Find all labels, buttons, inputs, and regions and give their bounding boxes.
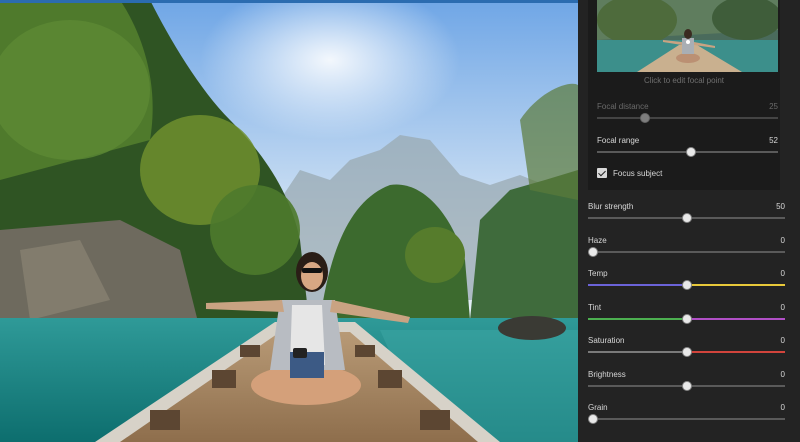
tint-value: 0: [780, 303, 785, 312]
brightness-handle[interactable]: [682, 381, 692, 391]
blur-strength-label: Blur strength: [588, 202, 634, 211]
saturation-label: Saturation: [588, 336, 625, 345]
focal-point-thumbnail[interactable]: [597, 0, 778, 72]
grain-handle[interactable]: [588, 414, 598, 424]
focal-range-value: 52: [769, 136, 778, 145]
blur-settings-panel: Click to edit focal point Focal distance…: [578, 0, 800, 442]
temp-handle[interactable]: [682, 280, 692, 290]
brightness-value: 0: [780, 370, 785, 379]
blur-strength-value: 50: [776, 202, 785, 211]
focal-point-card: Click to edit focal point Focal distance…: [588, 0, 780, 190]
photo-canvas[interactable]: [0, 0, 578, 442]
thumbnail-image: [597, 0, 778, 72]
focal-distance-track[interactable]: [597, 117, 778, 119]
saturation-value: 0: [780, 336, 785, 345]
haze-track[interactable]: [588, 251, 785, 253]
focal-distance-label: Focal distance: [597, 102, 649, 111]
tint-handle[interactable]: [682, 314, 692, 324]
focus-subject-label: Focus subject: [613, 169, 663, 178]
haze-label: Haze: [588, 236, 607, 245]
tint-label: Tint: [588, 303, 602, 312]
grain-label: Grain: [588, 403, 608, 412]
focal-point-marker: [686, 40, 690, 44]
focal-range-handle[interactable]: [686, 147, 696, 157]
blur-strength-handle[interactable]: [682, 213, 692, 223]
focus-subject-checkbox[interactable]: [597, 168, 607, 178]
grain-value: 0: [780, 403, 785, 412]
temp-label: Temp: [588, 269, 608, 278]
haze-handle[interactable]: [588, 247, 598, 257]
photo-image: [0, 0, 578, 442]
temp-value: 0: [780, 269, 785, 278]
saturation-handle[interactable]: [682, 347, 692, 357]
grain-track[interactable]: [588, 418, 785, 420]
brightness-label: Brightness: [588, 370, 626, 379]
thumbnail-caption: Click to edit focal point: [643, 76, 725, 85]
haze-value: 0: [780, 236, 785, 245]
focal-distance-value: 25: [769, 102, 778, 111]
canvas-selection-line: [0, 0, 578, 3]
focal-range-label: Focal range: [597, 136, 640, 145]
focal-distance-handle[interactable]: [640, 113, 650, 123]
